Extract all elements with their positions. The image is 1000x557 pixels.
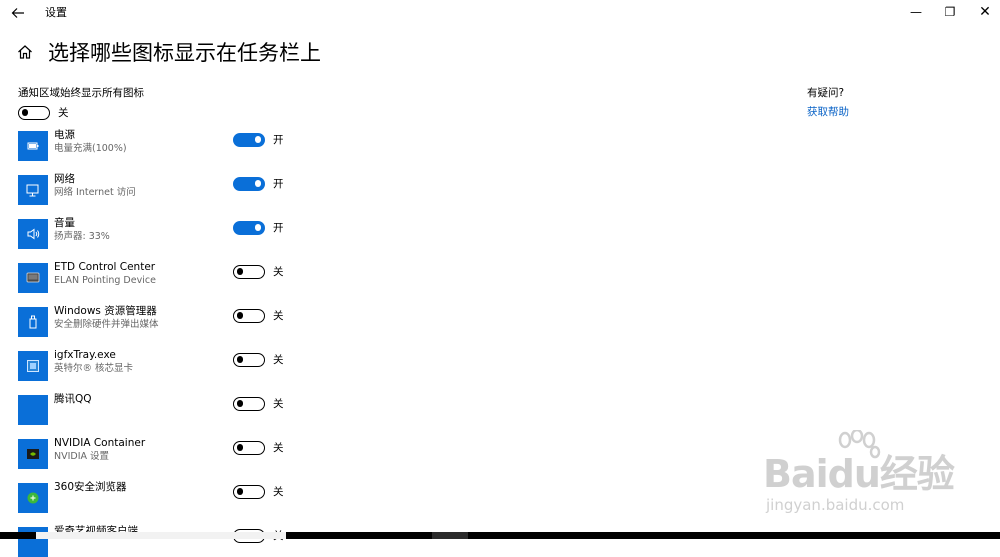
back-arrow-icon [11,8,24,18]
toggle-state-text: 关 [273,398,284,410]
watermark-brand: Baidu经验 [763,452,955,496]
toggle-state-text: 关 [273,266,284,278]
item-name: 电源 [54,129,75,141]
toggle-state-text: 关 [273,486,284,498]
speaker-icon [18,219,48,249]
usb-drive-icon [18,307,48,337]
item-desc: ELAN Pointing Device [54,275,156,286]
get-help-link[interactable]: 获取帮助 [807,105,849,119]
power-toggle[interactable] [233,133,265,147]
taskbar-app-button[interactable] [432,532,468,539]
list-item-windows-explorer: Windows 资源管理器 安全删除硬件并弹出媒体 关 [18,305,298,337]
windows-explorer-toggle[interactable] [233,309,265,323]
intel-graphics-icon [18,351,48,381]
title-bar: 设置 — ❐ ✕ [0,0,1000,26]
network-toggle[interactable] [233,177,265,191]
master-toggle-row: 关 [18,106,69,120]
item-name: igfxTray.exe [54,349,116,361]
master-toggle-label: 通知区域始终显示所有图标 [18,87,144,99]
help-heading: 有疑问? [807,87,845,99]
always-show-all-icons-toggle[interactable] [18,106,50,120]
list-item-igfxtray: igfxTray.exe 英特尔® 核芯显卡 关 [18,349,298,381]
taskbar-search-box[interactable] [36,532,286,539]
network-monitor-icon [18,175,48,205]
etd-control-center-toggle[interactable] [233,265,265,279]
maximize-button[interactable]: ❐ [939,3,961,21]
list-item-360-browser: 360安全浏览器 关 [18,481,298,513]
touchpad-icon [18,263,48,293]
list-item-qq: 腾讯QQ 关 [18,393,298,425]
item-name: Windows 资源管理器 [54,305,157,317]
item-name: NVIDIA Container [54,437,146,449]
list-item-etd-control-center: ETD Control Center ELAN Pointing Device … [18,261,298,293]
baidu-watermark: Baidu经验 jingyan.baidu.com [763,430,963,525]
close-button[interactable]: ✕ [974,3,996,21]
item-name: 360安全浏览器 [54,481,127,493]
nvidia-container-toggle[interactable] [233,441,265,455]
item-name: ETD Control Center [54,261,156,273]
item-desc: 安全删除硬件并弹出媒体 [54,319,159,330]
volume-toggle[interactable] [233,221,265,235]
list-item-network: 网络 网络 Internet 访问 开 [18,173,298,205]
toggle-state-text: 开 [273,178,284,190]
battery-icon [18,131,48,161]
toggle-state-text: 关 [273,354,284,366]
toggle-state-text: 关 [273,310,284,322]
item-desc: 扬声器: 33% [54,231,110,242]
item-desc: NVIDIA 设置 [54,451,110,462]
item-desc: 网络 Internet 访问 [54,187,136,198]
nvidia-icon [18,439,48,469]
paw-logo-icon [838,430,881,459]
qq-icon [18,395,48,425]
toggle-state-text: 开 [273,222,284,234]
list-item-power: 电源 电量充满(100%) 开 [18,129,298,161]
igfxtray-toggle[interactable] [233,353,265,367]
home-icon[interactable] [16,43,34,61]
item-name: 网络 [54,173,75,185]
360-browser-toggle[interactable] [233,485,265,499]
list-item-nvidia-container: NVIDIA Container NVIDIA 设置 关 [18,437,298,469]
item-name: 音量 [54,217,75,229]
360-browser-icon [18,483,48,513]
toggle-state-text: 开 [273,134,284,146]
window-title: 设置 [45,6,67,19]
taskbar [0,532,1000,539]
page-title: 选择哪些图标显示在任务栏上 [48,41,321,65]
qq-toggle[interactable] [233,397,265,411]
item-desc: 英特尔® 核芯显卡 [54,363,134,374]
toggle-state-text: 关 [273,442,284,454]
minimize-button[interactable]: — [905,3,927,21]
toggle-state-text: 关 [58,107,69,119]
watermark-url: jingyan.baidu.com [766,496,905,514]
item-desc: 电量充满(100%) [54,143,127,154]
back-button[interactable] [9,4,27,22]
list-item-volume: 音量 扬声器: 33% 开 [18,217,298,249]
item-name: 腾讯QQ [54,393,92,405]
